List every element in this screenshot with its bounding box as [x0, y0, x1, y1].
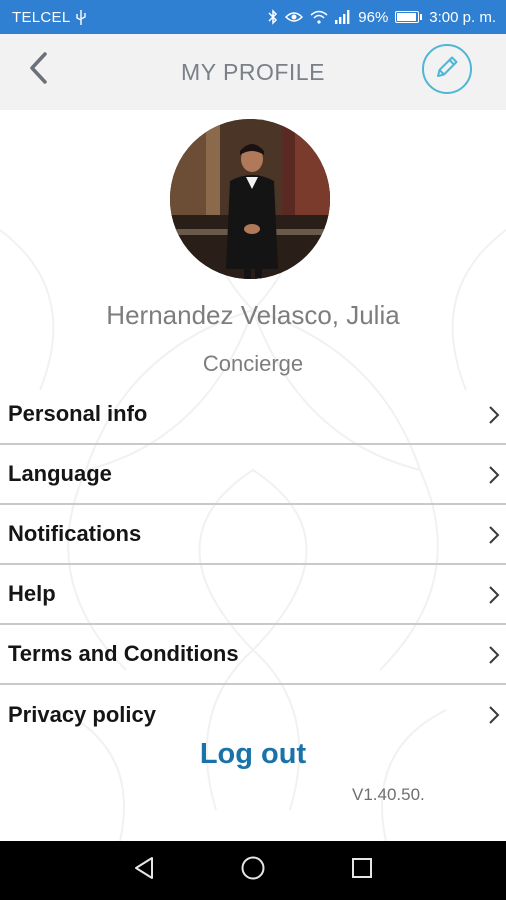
pencil-icon — [434, 54, 460, 85]
eye-icon — [285, 10, 304, 24]
menu-item-label: Notifications — [8, 521, 142, 546]
app-header: MY PROFILE — [0, 34, 506, 110]
chevron-left-icon — [27, 51, 49, 90]
edit-profile-button[interactable] — [422, 44, 472, 94]
page-title: MY PROFILE — [181, 58, 325, 85]
app-version: V1.40.50. — [352, 785, 425, 804]
square-recents-icon — [351, 857, 373, 884]
chevron-right-icon — [488, 525, 500, 550]
logout-button[interactable]: Log out — [0, 738, 506, 771]
profile-avatar[interactable] — [170, 119, 330, 279]
menu-item-personal-info[interactable]: Personal info — [0, 385, 506, 445]
menu-item-help[interactable]: Help — [0, 565, 506, 625]
menu-item-notifications[interactable]: Notifications — [0, 505, 506, 565]
status-right: 96% 3:00 p. m. — [268, 9, 496, 26]
usb-icon — [75, 9, 87, 25]
menu-item-label: Privacy policy — [8, 702, 156, 727]
battery-icon — [395, 11, 423, 23]
menu-item-label: Terms and Conditions — [8, 641, 239, 666]
menu-item-privacy-policy[interactable]: Privacy policy — [0, 685, 506, 745]
triangle-back-icon — [133, 856, 155, 885]
chevron-right-icon — [488, 465, 500, 490]
back-button[interactable] — [18, 48, 58, 92]
menu-item-terms[interactable]: Terms and Conditions — [0, 625, 506, 685]
profile-role: Concierge — [202, 351, 304, 376]
status-left: TELCEL — [12, 9, 87, 26]
menu-item-language[interactable]: Language — [0, 445, 506, 505]
chevron-right-icon — [488, 645, 500, 670]
profile-name: Hernandez Velasco, Julia — [106, 300, 400, 330]
profile-content: Hernandez Velasco, Julia Concierge Perso… — [0, 110, 506, 841]
wifi-icon — [310, 10, 328, 24]
status-bar: TELCEL 96% 3:00 p. m. — [0, 0, 506, 34]
nav-back-button[interactable] — [124, 851, 164, 891]
clock: 3:00 p. m. — [429, 8, 496, 26]
avatar-photo — [170, 119, 330, 279]
system-nav-bar — [0, 841, 506, 900]
menu-item-label: Help — [8, 581, 56, 606]
bluetooth-icon — [268, 9, 278, 25]
nav-home-button[interactable] — [233, 851, 273, 891]
circle-home-icon — [240, 855, 266, 886]
chevron-right-icon — [488, 405, 500, 430]
chevron-right-icon — [488, 585, 500, 610]
battery-percent: 96% — [358, 8, 389, 26]
signal-icon — [335, 10, 351, 24]
nav-recents-button[interactable] — [342, 851, 382, 891]
settings-menu: Personal info Language Notifications Hel… — [0, 385, 506, 745]
menu-item-label: Personal info — [8, 401, 148, 426]
chevron-right-icon — [488, 705, 500, 730]
menu-item-label: Language — [8, 461, 112, 486]
carrier-label: TELCEL — [12, 8, 71, 26]
